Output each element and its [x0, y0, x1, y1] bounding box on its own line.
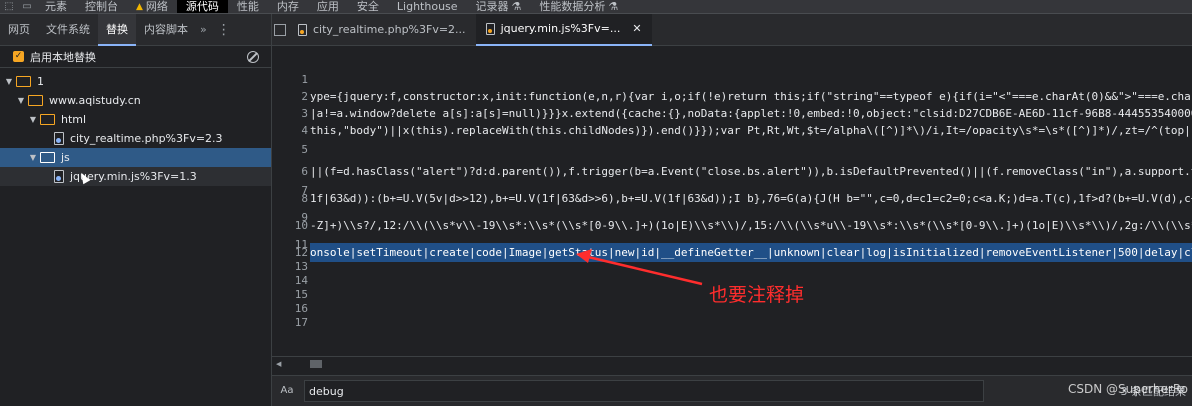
editor-tabs: city_realtime.php%3Fv=2... jquery.min.js… — [272, 13, 1192, 46]
line-number: 4 — [301, 124, 308, 137]
inspect-icon[interactable]: ⬚ — [0, 0, 18, 13]
expand-arrow-icon[interactable]: ▼ — [16, 96, 26, 105]
code-line: 6 ||(f=d.hasClass("alert")?d:d.parent()),… — [272, 162, 1192, 181]
tab-performance-insights[interactable]: 性能数据分析 ⚗ — [530, 0, 627, 13]
tree-item-jquery[interactable]: jquery.min.js%3Fv=1.3 — [0, 167, 271, 186]
tab-label: 安全 — [356, 0, 379, 13]
enable-overrides-label: 启用本地替换 — [30, 50, 96, 64]
tree-item-label: city_realtime.php%3Fv=2.3 — [70, 132, 223, 145]
horizontal-scrollbar[interactable]: ◀ — [272, 356, 1192, 370]
tree-item-label: js — [61, 151, 70, 164]
search-bar: Aa 3 条匹配结果 — [272, 375, 1192, 406]
tab-label: Lighthouse — [396, 0, 458, 13]
device-toolbar-icon[interactable]: ▭ — [18, 0, 36, 13]
tab-label: 内存 — [276, 0, 299, 13]
tab-lighthouse[interactable]: Lighthouse — [388, 0, 467, 13]
file-icon — [298, 23, 307, 36]
line-number: 5 — [301, 143, 308, 156]
tree-item-domain[interactable]: ▼ www.aqistudy.cn — [0, 91, 271, 110]
tree-item-label: html — [61, 113, 87, 126]
subtab-filesystem[interactable]: 文件系统 — [38, 14, 98, 46]
subtab-content-scripts[interactable]: 内容脚本 — [136, 14, 196, 46]
tab-label: 控制台 — [85, 0, 118, 13]
tab-sources[interactable]: 源代码 — [176, 0, 228, 13]
source-editor: city_realtime.php%3Fv=2... jquery.min.js… — [272, 13, 1192, 406]
line-number: 8 — [301, 192, 308, 205]
match-case-icon[interactable]: Aa — [278, 382, 296, 400]
clear-overrides-icon[interactable] — [247, 50, 259, 63]
line-text: 1f|63&d)):(b+=U.V(5v|d>>12),b+=U.V(1f|63… — [310, 192, 1192, 205]
code-line: 17 — [272, 313, 1192, 332]
tab-label: 源代码 — [185, 0, 219, 13]
code-line: 4 this,"body")||x(this).replaceWith(this.… — [272, 121, 1192, 140]
tree-item-js[interactable]: ▼ js — [0, 148, 271, 167]
tree-item-root[interactable]: ▼ 1 — [0, 72, 271, 91]
navigator-panel: 网页 文件系统 替换 内容脚本 » ⋮ ✓ 启用本地替换 ▼ 1 ▼ www.a… — [0, 13, 272, 406]
tab-label: 性能 — [236, 0, 259, 13]
warning-icon: ▲ — [136, 1, 143, 12]
tab-elements[interactable]: 元素 — [36, 0, 76, 13]
expand-arrow-icon[interactable]: ▼ — [28, 115, 38, 124]
scrollbar-thumb[interactable] — [310, 360, 322, 368]
tree-item-html[interactable]: ▼ html — [0, 110, 271, 129]
expand-arrow-icon[interactable]: ▼ — [4, 77, 14, 86]
folder-icon — [40, 114, 55, 125]
watermark: CSDN @SuperherRo — [1067, 382, 1188, 396]
tab-recorder[interactable]: 记录器 ⚗ — [467, 0, 531, 13]
toggle-navigator-icon[interactable] — [272, 14, 288, 46]
line-text: ||(f=d.hasClass("alert")?d:d.parent()),f… — [310, 165, 1192, 178]
editor-tab-label: city_realtime.php%3Fv=2... — [313, 23, 466, 36]
file-tree: ▼ 1 ▼ www.aqistudy.cn ▼ html city_realti… — [0, 68, 271, 186]
code-area[interactable]: 1 2 ype={jquery:f,constructor:x,init:func… — [272, 46, 1192, 356]
enable-overrides-checkbox[interactable]: ✓ — [13, 51, 24, 62]
expand-arrow-icon[interactable]: ▼ — [28, 153, 38, 162]
line-number: 10 — [294, 219, 308, 232]
annotation-text: 也要注释掉 — [709, 284, 805, 306]
code-line: 10 -Z]+)\\s?/,12:/\\(\\s*v\\-19\\s*:\\s*(… — [272, 216, 1192, 235]
editor-tab-label: jquery.min.js%3Fv=... — [500, 22, 621, 35]
tab-memory[interactable]: 内存 — [268, 0, 308, 13]
more-tabs-icon[interactable]: » — [196, 14, 211, 46]
tab-label: 元素 — [45, 0, 67, 13]
editor-tab-jquery[interactable]: jquery.min.js%3Fv=... ✕ — [475, 13, 652, 46]
tab-application[interactable]: 应用 — [308, 0, 348, 13]
close-tab-icon[interactable]: ✕ — [632, 22, 641, 35]
folder-icon — [16, 76, 31, 87]
navigator-tabs: 网页 文件系统 替换 内容脚本 » ⋮ — [0, 13, 271, 46]
tab-performance[interactable]: 性能 — [228, 0, 268, 13]
folder-icon — [40, 152, 55, 163]
search-input[interactable] — [304, 380, 984, 402]
subtab-overrides[interactable]: 替换 — [98, 13, 136, 46]
file-icon — [485, 22, 495, 35]
kebab-menu-icon[interactable]: ⋮ — [211, 22, 237, 38]
line-number: 6 — [301, 165, 308, 178]
tab-label: 记录器 — [475, 0, 509, 13]
enable-overrides-row[interactable]: ✓ 启用本地替换 — [0, 46, 271, 68]
editor-tab-city-realtime[interactable]: city_realtime.php%3Fv=2... — [288, 14, 476, 46]
code-line: 5 — [272, 140, 1192, 159]
scroll-left-icon[interactable]: ◀ — [276, 360, 281, 368]
line-number: 17 — [294, 316, 308, 329]
tree-item-label: jquery.min.js%3Fv=1.3 — [70, 170, 197, 183]
tab-label: 网络 — [145, 0, 168, 13]
tab-label: 性能数据分析 — [539, 0, 606, 13]
line-text: this,"body")||x(this).replaceWith(this.c… — [310, 124, 1192, 137]
tree-item-city-realtime[interactable]: city_realtime.php%3Fv=2.3 — [0, 129, 271, 148]
tab-security[interactable]: 安全 — [348, 0, 388, 13]
file-icon — [54, 132, 64, 145]
tab-console[interactable]: 控制台 — [76, 0, 127, 13]
folder-icon — [28, 95, 43, 106]
line-text: -Z]+)\\s?/,12:/\\(\\s*v\\-19\\s*:\\s*(\\… — [310, 219, 1192, 232]
tab-network[interactable]: ▲ 网络 — [127, 0, 177, 13]
code-line: 8 1f|63&d)):(b+=U.V(5v|d>>12),b+=U.V(1f|6… — [272, 189, 1192, 208]
tab-label: 应用 — [316, 0, 339, 13]
tree-item-label: www.aqistudy.cn — [49, 94, 141, 107]
tree-item-label: 1 — [37, 75, 44, 88]
flask-icon: ⚗ — [511, 0, 522, 13]
subtab-page[interactable]: 网页 — [0, 14, 38, 46]
file-icon — [54, 170, 64, 183]
devtools-tabbar: ⬚ ▭ 元素 控制台 ▲ 网络 源代码 性能 内存 应用 安全 Lighthous… — [0, 0, 1192, 14]
flask-icon: ⚗ — [608, 0, 619, 13]
